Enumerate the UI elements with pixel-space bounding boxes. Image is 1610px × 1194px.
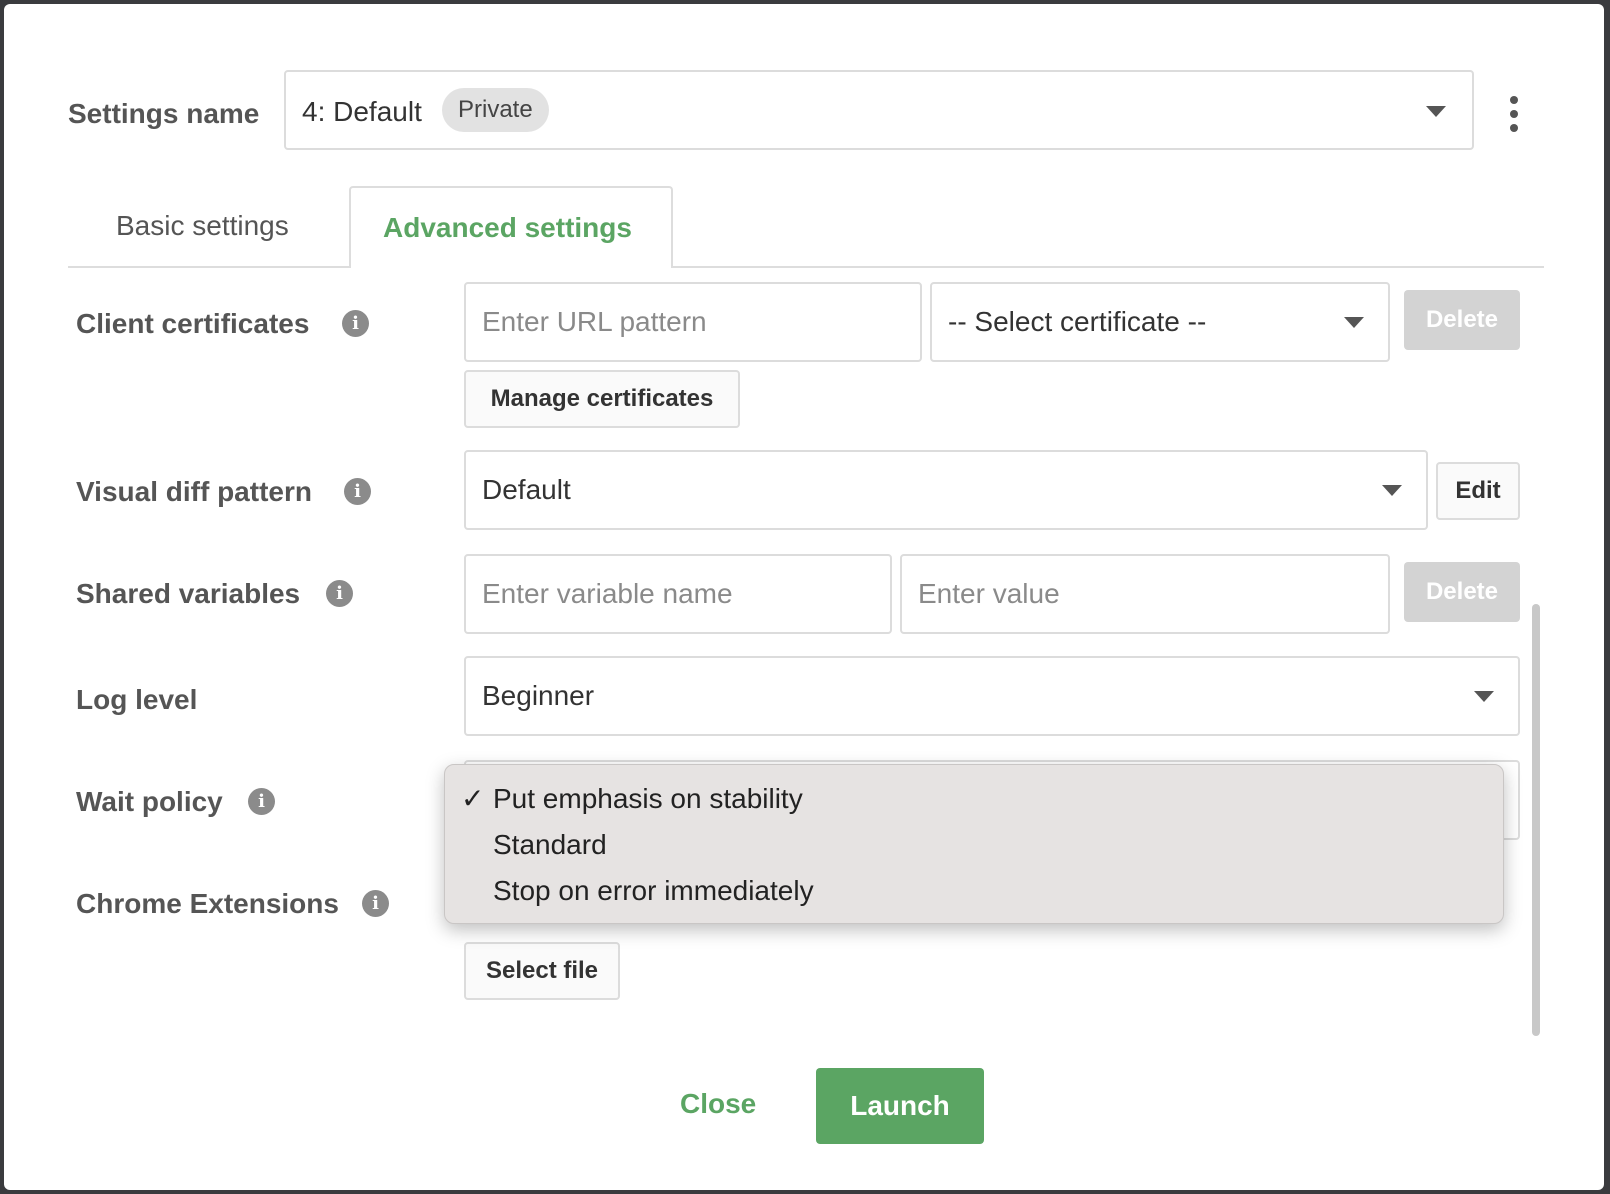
scrollbar[interactable] bbox=[1532, 604, 1540, 1036]
client-certificates-label: Client certificates bbox=[76, 308, 310, 339]
chevron-down-icon bbox=[1474, 691, 1494, 702]
certificate-select-value: -- Select certificate -- bbox=[948, 306, 1207, 337]
settings-name-select[interactable]: 4: Default Private bbox=[284, 70, 1474, 150]
url-pattern-placeholder: Enter URL pattern bbox=[482, 306, 707, 337]
variable-name-input[interactable]: Enter variable name bbox=[464, 554, 892, 634]
variable-name-placeholder: Enter variable name bbox=[482, 578, 733, 609]
chevron-down-icon bbox=[1382, 485, 1402, 496]
log-level-label: Log level bbox=[76, 684, 198, 715]
launch-button[interactable]: Launch bbox=[816, 1068, 984, 1144]
menu-item-stop-on-error-immediately[interactable]: Stop on error immediately bbox=[493, 871, 814, 911]
tab-advanced-settings[interactable]: Advanced settings bbox=[349, 186, 673, 268]
private-badge: Private bbox=[442, 88, 549, 132]
delete-variable-button[interactable]: Delete bbox=[1404, 562, 1520, 622]
wait-policy-dropdown-menu: ✓ Put emphasis on stability Standard Sto… bbox=[444, 764, 1504, 924]
log-level-select-value: Beginner bbox=[482, 680, 595, 711]
visual-diff-pattern-label: Visual diff pattern bbox=[76, 476, 312, 507]
delete-certificate-button[interactable]: Delete bbox=[1404, 290, 1520, 350]
visual-diff-select-value: Default bbox=[482, 474, 571, 505]
variable-value-input[interactable]: Enter value bbox=[900, 554, 1390, 634]
chrome-extensions-label: Chrome Extensions bbox=[76, 888, 339, 919]
checkmark-icon: ✓ bbox=[461, 783, 485, 814]
info-icon[interactable]: i bbox=[362, 890, 389, 917]
more-options-icon[interactable] bbox=[1504, 94, 1524, 134]
info-icon[interactable]: i bbox=[326, 580, 353, 607]
chevron-down-icon bbox=[1344, 317, 1364, 328]
launch-settings-modal: Settings name 4: Default Private Basic s… bbox=[4, 4, 1604, 1190]
log-level-select[interactable]: Beginner bbox=[464, 656, 1520, 736]
menu-item-standard[interactable]: Standard bbox=[493, 825, 607, 865]
tabs-divider bbox=[68, 266, 1544, 268]
shared-variables-label: Shared variables bbox=[76, 578, 301, 609]
select-file-button[interactable]: Select file bbox=[464, 942, 620, 1000]
edit-visual-diff-button[interactable]: Edit bbox=[1436, 462, 1520, 520]
menu-item-put-emphasis-on-stability[interactable]: Put emphasis on stability bbox=[493, 779, 803, 819]
tab-advanced-settings-label: Advanced settings bbox=[383, 212, 632, 243]
manage-certificates-button[interactable]: Manage certificates bbox=[464, 370, 740, 428]
settings-name-label: Settings name bbox=[68, 98, 260, 129]
info-icon[interactable]: i bbox=[248, 788, 275, 815]
certificate-select[interactable]: -- Select certificate -- bbox=[930, 282, 1390, 362]
visual-diff-select[interactable]: Default bbox=[464, 450, 1428, 530]
chevron-down-icon bbox=[1426, 106, 1446, 117]
close-button[interactable]: Close bbox=[680, 1084, 756, 1124]
settings-name-value: 4: Default bbox=[302, 96, 422, 127]
info-icon[interactable]: i bbox=[344, 478, 371, 505]
wait-policy-label: Wait policy bbox=[76, 786, 223, 817]
tab-basic-settings[interactable]: Basic settings bbox=[116, 204, 289, 248]
url-pattern-input[interactable]: Enter URL pattern bbox=[464, 282, 922, 362]
info-icon[interactable]: i bbox=[342, 310, 369, 337]
variable-value-placeholder: Enter value bbox=[918, 578, 1060, 609]
